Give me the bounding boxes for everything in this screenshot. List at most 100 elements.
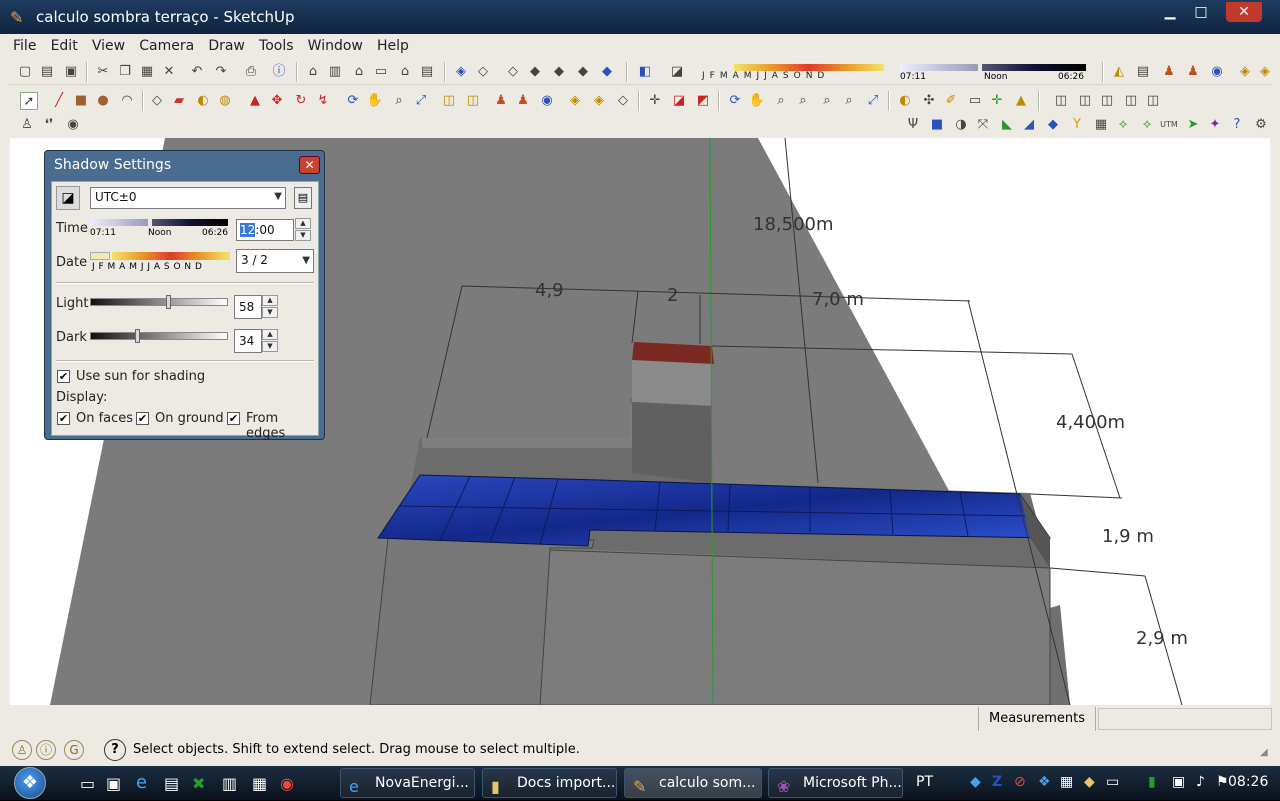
monochrome-icon[interactable]: ◆	[574, 63, 592, 81]
network-quick-icon[interactable]: ▦	[252, 774, 267, 793]
layers-icon[interactable]: ▤	[1134, 63, 1152, 81]
orbit-tool-icon[interactable]: ⟳	[344, 92, 362, 110]
tray-monitor-icon[interactable]: ▭	[1106, 774, 1119, 790]
use-sun-checkbox[interactable]: ✔	[57, 370, 70, 383]
rectangle-tool-icon[interactable]: ■	[72, 92, 90, 110]
menu-camera[interactable]: Camera	[134, 34, 199, 58]
union-icon[interactable]: ◫	[1098, 92, 1116, 110]
tray-device-icon[interactable]: ▦	[1060, 774, 1073, 790]
make-component-icon[interactable]: ◇	[148, 92, 166, 110]
open-icon[interactable]: ▤	[38, 63, 56, 81]
light-slider[interactable]	[90, 295, 228, 309]
follow-me-icon[interactable]: ↯	[314, 92, 332, 110]
axes2-icon[interactable]: ✛	[988, 92, 1006, 110]
blue-square-icon[interactable]: ■	[928, 116, 946, 134]
sandbox-icon[interactable]: ◭	[1110, 63, 1128, 81]
intersect-icon[interactable]: ◫	[1076, 92, 1094, 110]
tape2-icon[interactable]: ◐	[896, 92, 914, 110]
paint-bucket-icon[interactable]: ◍	[216, 92, 234, 110]
select-tool-icon[interactable]: ➚	[20, 92, 38, 110]
task-docs-import[interactable]: ▮ Docs import...	[482, 768, 617, 798]
back-view-icon[interactable]: ⌂	[396, 63, 414, 81]
arc-tool-icon[interactable]: ◠	[118, 92, 136, 110]
outer-shell-icon[interactable]: ◫	[1052, 92, 1070, 110]
shaded-textures-icon[interactable]: ◆	[550, 63, 568, 81]
previous-view-icon[interactable]: ⌕	[818, 92, 836, 110]
ie-quick-icon[interactable]: e	[136, 772, 147, 793]
protractor2-icon[interactable]: ✐	[942, 92, 960, 110]
dark-slider[interactable]	[90, 329, 228, 343]
time-input[interactable]: 12:00	[236, 219, 294, 241]
menu-edit[interactable]: Edit	[46, 34, 83, 58]
google-account-icon[interactable]: G	[64, 740, 84, 760]
maximize-button[interactable]: □	[1186, 2, 1216, 22]
trim-icon[interactable]: ◫	[1144, 92, 1162, 110]
menu-help[interactable]: Help	[372, 34, 414, 58]
tray-flag-icon[interactable]: ⚑	[1216, 774, 1229, 790]
move-tool-icon[interactable]: ✥	[268, 92, 286, 110]
show-desktop-icon[interactable]: ▭	[80, 774, 95, 793]
display-shadows-icon[interactable]: ◪	[668, 63, 686, 81]
earth-icon[interactable]: ◉	[538, 92, 556, 110]
instructor-help-icon[interactable]: ?	[104, 739, 126, 761]
hidden-line-icon[interactable]: ◇	[504, 63, 522, 81]
share-model-icon[interactable]: ◫	[464, 92, 482, 110]
task-sketchup[interactable]: ✎ calculo som...	[624, 768, 762, 798]
section-plane-icon[interactable]: ◈	[566, 92, 584, 110]
eraser-tool-icon[interactable]: ▰	[170, 92, 188, 110]
light-up-icon[interactable]: ▲	[262, 295, 278, 306]
model-info-icon[interactable]: ⓘ	[270, 63, 288, 81]
dimension2-icon[interactable]: ✣	[920, 92, 938, 110]
protractor-icon[interactable]: ◪	[670, 92, 688, 110]
tray-volume-icon[interactable]: ♪	[1196, 774, 1205, 790]
save-icon[interactable]: ▣	[62, 63, 80, 81]
light-input[interactable]: 58	[234, 295, 262, 319]
utm-icon[interactable]: UTM	[1160, 116, 1178, 134]
walk-icon[interactable]: ♟	[1160, 63, 1178, 81]
menu-file[interactable]: File	[8, 34, 41, 58]
subtract-icon[interactable]: ◫	[1122, 92, 1140, 110]
zoom-tool-icon[interactable]: ⌕	[390, 92, 408, 110]
pan2-icon[interactable]: ✋	[748, 92, 766, 110]
arrow-tool-icon[interactable]: ➤	[1184, 116, 1202, 134]
clock[interactable]: 08:26	[1228, 774, 1268, 790]
dark-up-icon[interactable]: ▲	[262, 329, 278, 340]
3d-text-icon[interactable]: ▲	[1012, 92, 1030, 110]
top-view-icon[interactable]: ▥	[326, 63, 344, 81]
erase-icon[interactable]: ✕	[160, 63, 178, 81]
light-down-icon[interactable]: ▼	[262, 307, 278, 318]
task-novaenergia[interactable]: e NovaEnergi...	[340, 768, 475, 798]
time-slider-dialog[interactable]: 07:11 Noon 06:26	[90, 219, 230, 239]
tray-z-icon[interactable]: Z	[992, 774, 1002, 790]
minimize-button[interactable]: ▁	[1155, 2, 1185, 22]
shadow-toggle-icon[interactable]: ◪	[56, 186, 80, 210]
next-view-icon[interactable]: ⌕	[840, 92, 858, 110]
new-icon[interactable]: ▢	[16, 63, 34, 81]
date-select[interactable]: 3 / 2 ▼	[236, 249, 314, 273]
paste-icon[interactable]: ▦	[138, 63, 156, 81]
resize-grip-icon[interactable]: ◢	[1260, 747, 1268, 758]
tray-network-icon[interactable]: ▣	[1172, 774, 1185, 790]
cut-icon[interactable]: ✂	[94, 63, 112, 81]
close-button[interactable]: ✕	[1226, 2, 1262, 22]
date-slider-dialog[interactable]: J F M A M J J A S O N D	[90, 252, 232, 274]
star-tool-icon[interactable]: ✦	[1206, 116, 1224, 134]
scale-icon[interactable]: ⤧	[974, 116, 992, 134]
gear-icon[interactable]: ⚙	[1252, 116, 1270, 134]
tray-antivirus-icon[interactable]: ⊘	[1014, 774, 1026, 790]
on-faces-checkbox[interactable]: ✔	[57, 412, 70, 425]
shadow-settings-icon[interactable]: ◧	[636, 63, 654, 81]
time-slider[interactable]: 07:11 Noon 06:26	[898, 62, 1096, 84]
explorer-quick-icon[interactable]: ▣	[106, 774, 121, 793]
menu-draw[interactable]: Draw	[203, 34, 250, 58]
cube-tool-icon[interactable]: ◆	[1044, 116, 1062, 134]
timezone-select[interactable]: UTC±0 ▼	[90, 187, 286, 209]
trident-icon[interactable]: Ψ	[904, 116, 922, 134]
position-camera-icon[interactable]: ♟	[1184, 63, 1202, 81]
menu-tools[interactable]: Tools	[254, 34, 299, 58]
grid-tool-icon[interactable]: ▦	[1092, 116, 1110, 134]
geo-location-icon[interactable]: ♙	[12, 740, 32, 760]
measurements-input[interactable]	[1098, 708, 1272, 730]
collapse-details-icon[interactable]: ▤	[294, 187, 312, 209]
eye-icon[interactable]: ◉	[64, 116, 82, 134]
